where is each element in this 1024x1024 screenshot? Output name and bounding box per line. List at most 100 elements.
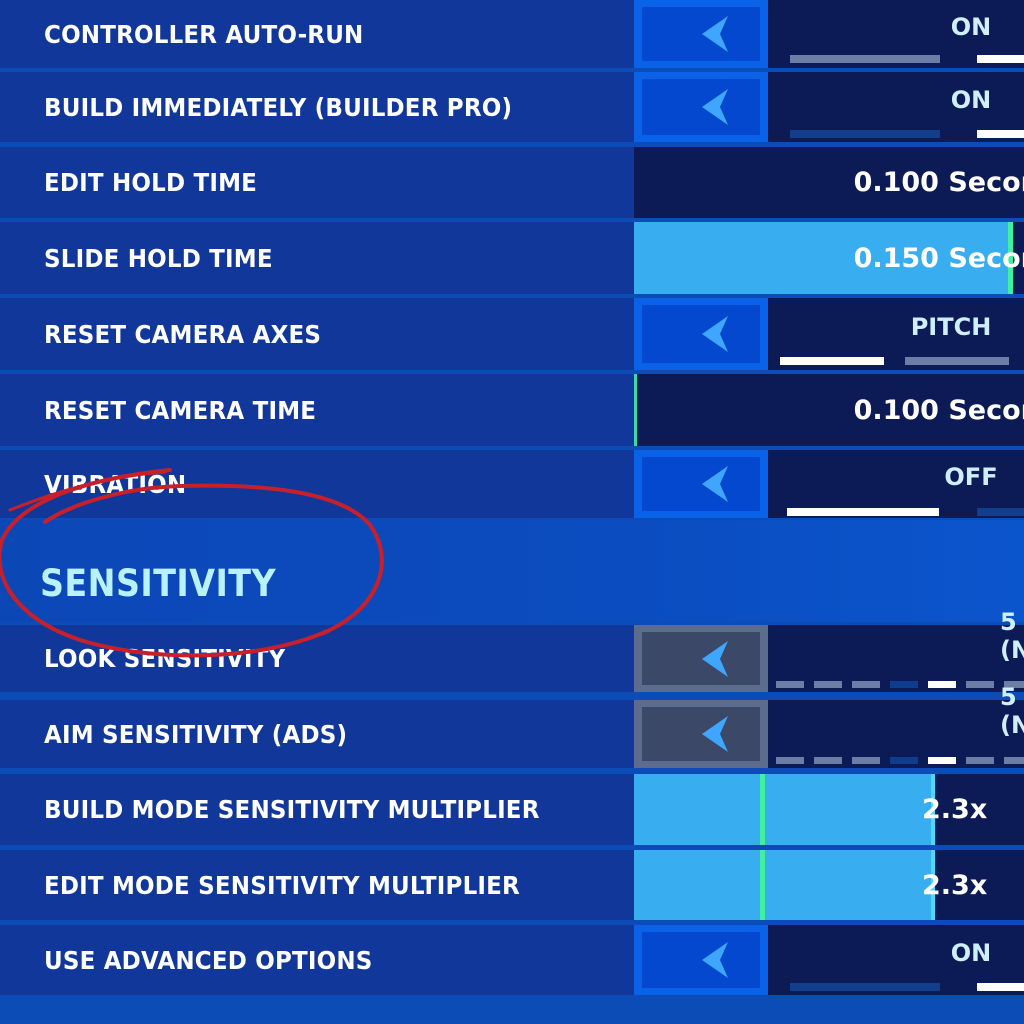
setting-row-edit-mode-multiplier: EDIT MODE SENSITIVITY MULTIPLIER 2.3x (0, 850, 1024, 920)
option-indicator (905, 357, 1009, 365)
setting-label-text: LOOK SENSITIVITY (44, 644, 286, 673)
setting-label: RESET CAMERA AXES (0, 298, 634, 370)
setting-row-slide-hold-time: SLIDE HOLD TIME 0.150 Secor (0, 222, 1024, 294)
setting-row-reset-camera-axes: RESET CAMERA AXES PITCH (0, 298, 1024, 370)
setting-row-build-mode-multiplier: BUILD MODE SENSITIVITY MULTIPLIER 2.3x (0, 774, 1024, 845)
setting-label: RESET CAMERA TIME (0, 374, 634, 446)
setting-label-text: RESET CAMERA TIME (44, 395, 317, 425)
setting-label-text: SLIDE HOLD TIME (44, 243, 273, 273)
setting-row-use-advanced-options: USE ADVANCED OPTIONS ON (0, 925, 1024, 995)
previous-option-button[interactable] (634, 0, 768, 68)
previous-option-button[interactable] (634, 925, 768, 995)
option-indicator-selected (977, 983, 1024, 991)
toggle-control[interactable]: OFF (634, 450, 1024, 518)
option-value: OFF (944, 462, 998, 491)
stepper-value: 5 (NORMAL- (1000, 683, 1024, 740)
setting-row-build-immediately: BUILD IMMEDIATELY (BUILDER PRO) ON (0, 72, 1024, 142)
slider-control[interactable]: 2.3x (634, 774, 1024, 845)
option-indicator-selected (787, 508, 939, 516)
toggle-control[interactable]: ON (634, 0, 1024, 68)
previous-option-button[interactable] (634, 625, 768, 692)
slider-value: 2.3x (922, 794, 988, 825)
option-indicator-selected (977, 55, 1024, 63)
option-value: ON (950, 86, 992, 114)
setting-label-text: CONTROLLER AUTO-RUN (44, 19, 364, 49)
option-value: PITCH (910, 313, 992, 342)
section-title: SENSITIVITY (40, 562, 277, 605)
step-indicator-default (890, 757, 918, 764)
footer-area (0, 998, 1024, 1024)
slider-value: 0.150 Secor (853, 242, 1024, 274)
setting-label: BUILD IMMEDIATELY (BUILDER PRO) (0, 72, 634, 142)
setting-label-text: VIBRATION (44, 469, 187, 499)
step-indicator (852, 757, 880, 764)
section-header-sensitivity: SENSITIVITY (0, 520, 1024, 622)
step-indicator (1004, 757, 1024, 764)
setting-label: EDIT MODE SENSITIVITY MULTIPLIER (0, 850, 634, 920)
step-indicator-selected (928, 757, 956, 764)
slider-control[interactable]: 0.100 Secor (634, 374, 1024, 446)
chevron-left-icon (702, 640, 728, 677)
setting-label: SLIDE HOLD TIME (0, 222, 634, 294)
setting-label: LOOK SENSITIVITY (0, 625, 634, 692)
option-indicator (977, 508, 1024, 516)
step-indicator (966, 757, 994, 764)
chevron-left-icon (702, 16, 728, 52)
slider-control[interactable]: 2.3x (634, 850, 1024, 920)
toggle-control[interactable]: ON (634, 925, 1024, 995)
setting-label-text: USE ADVANCED OPTIONS (44, 945, 373, 975)
option-indicator (790, 130, 940, 138)
setting-row-reset-camera-time: RESET CAMERA TIME 0.100 Secor (0, 374, 1024, 446)
slider-handle[interactable] (634, 374, 637, 446)
chevron-left-icon (702, 89, 728, 125)
slider-value: 0.100 Secor (853, 167, 1024, 198)
toggle-control[interactable]: ON (634, 72, 1024, 142)
step-indicator (966, 681, 994, 688)
stepper-control[interactable]: 5 (NORMAL- (634, 608, 1024, 692)
chevron-left-icon (702, 716, 728, 752)
option-indicator-selected (977, 130, 1024, 138)
step-indicator (814, 757, 842, 764)
previous-option-button[interactable] (634, 72, 768, 142)
setting-row-aim-sensitivity: AIM SENSITIVITY (ADS) 5 (NORMAL- (0, 683, 1024, 768)
setting-label-text: AIM SENSITIVITY (ADS) (44, 719, 348, 749)
chevron-left-icon (702, 942, 728, 978)
setting-row-look-sensitivity: LOOK SENSITIVITY 5 (NORMAL- (0, 608, 1024, 692)
previous-option-button[interactable] (634, 700, 768, 768)
step-indicator (852, 681, 880, 688)
step-indicator (776, 681, 804, 688)
step-indicator-selected (928, 681, 956, 688)
option-indicator (790, 983, 940, 991)
slider-fill (634, 850, 934, 920)
slider-value: 0.100 Secor (853, 394, 1024, 426)
step-indicator-default (890, 681, 918, 688)
stepper-control[interactable]: 5 (NORMAL- (634, 683, 1024, 768)
option-indicator-selected (780, 357, 884, 365)
slider-default-marker (760, 850, 765, 920)
setting-label: BUILD MODE SENSITIVITY MULTIPLIER (0, 774, 634, 845)
option-value: ON (950, 12, 992, 41)
setting-row-edit-hold-time: EDIT HOLD TIME 0.100 Secor (0, 147, 1024, 218)
setting-label: EDIT HOLD TIME (0, 147, 634, 218)
setting-label-text: BUILD MODE SENSITIVITY MULTIPLIER (44, 795, 540, 824)
setting-label-text: EDIT HOLD TIME (44, 168, 258, 197)
step-indicator (814, 681, 842, 688)
setting-label-text: EDIT MODE SENSITIVITY MULTIPLIER (44, 870, 520, 900)
setting-row-controller-auto-run: CONTROLLER AUTO-RUN ON (0, 0, 1024, 68)
setting-label: USE ADVANCED OPTIONS (0, 925, 634, 995)
setting-row-vibration: VIBRATION OFF (0, 450, 1024, 518)
toggle-control[interactable]: PITCH (634, 298, 1024, 370)
previous-option-button[interactable] (634, 298, 768, 370)
slider-control[interactable]: 0.100 Secor (634, 147, 1024, 218)
option-indicator (790, 55, 940, 63)
setting-label: VIBRATION (0, 450, 634, 518)
slider-control[interactable]: 0.150 Secor (634, 222, 1024, 294)
setting-label: CONTROLLER AUTO-RUN (0, 0, 634, 68)
chevron-left-icon (702, 316, 728, 352)
setting-label-text: BUILD IMMEDIATELY (BUILDER PRO) (44, 92, 513, 122)
step-indicator (776, 757, 804, 764)
slider-default-marker (760, 774, 765, 845)
stepper-value: 5 (NORMAL- (1000, 608, 1024, 664)
setting-label: AIM SENSITIVITY (ADS) (0, 700, 634, 768)
previous-option-button[interactable] (634, 450, 768, 518)
